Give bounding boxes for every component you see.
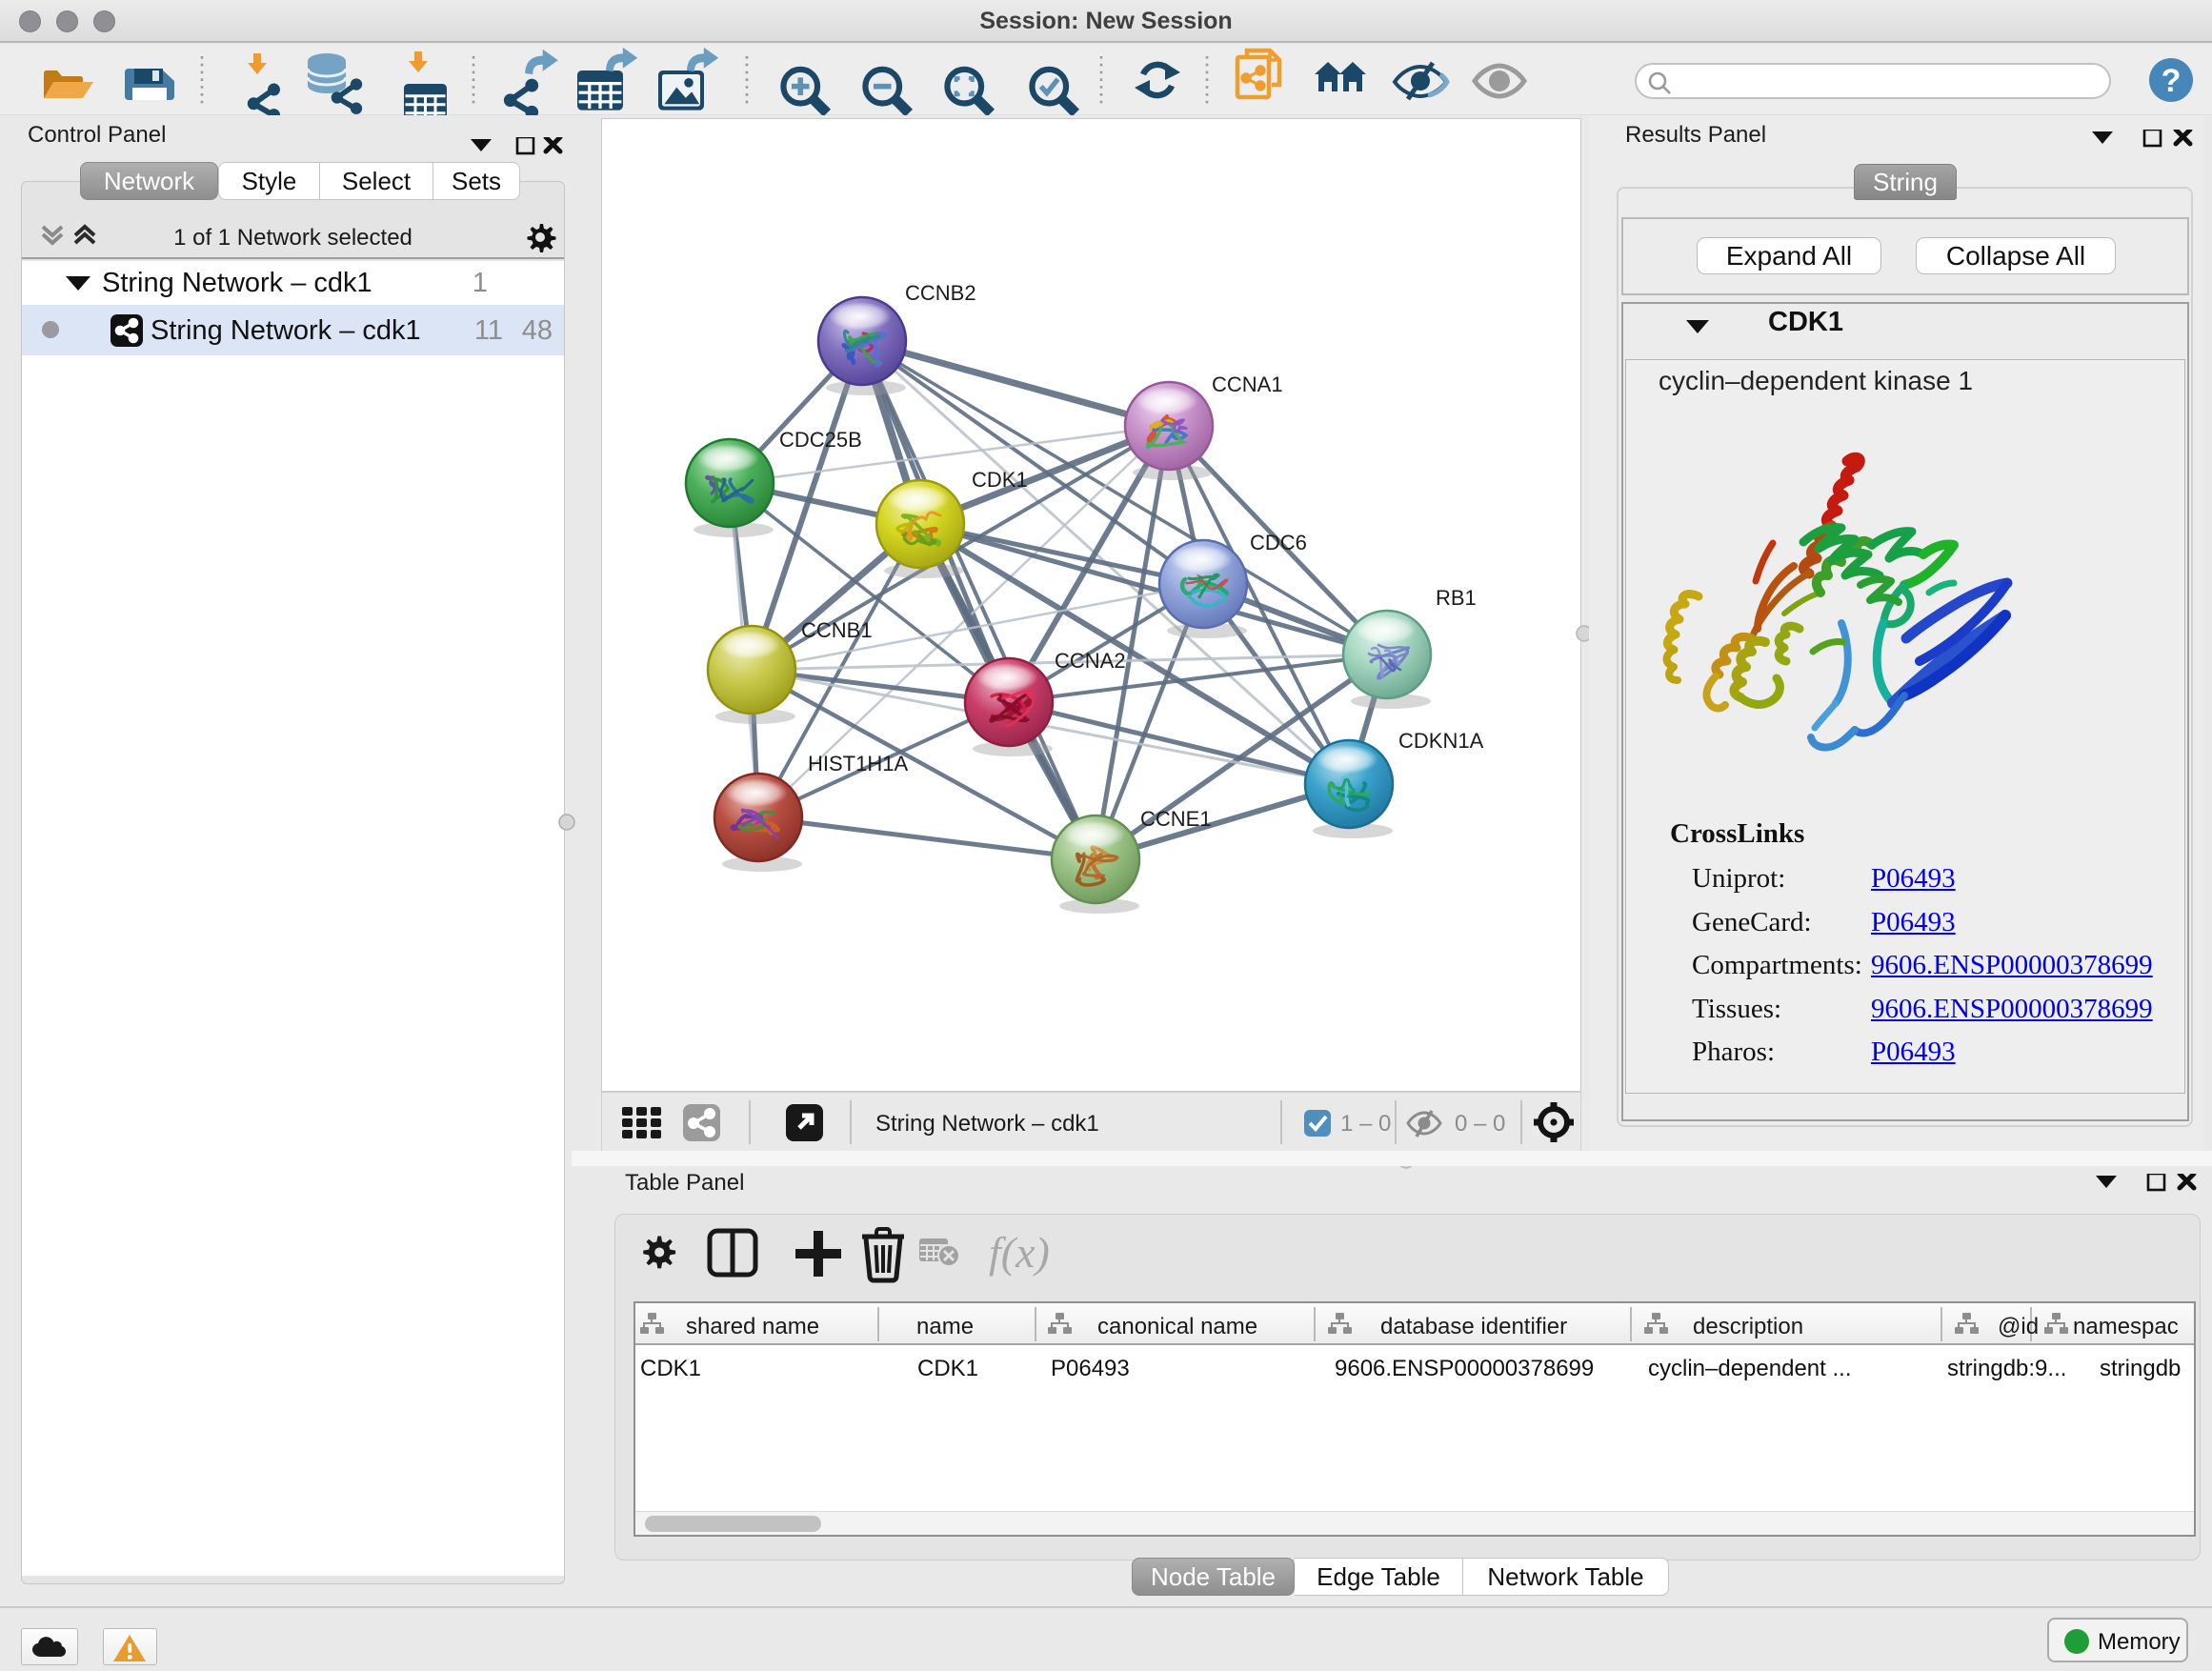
svg-text:cyclin–dependent ...: cyclin–dependent ... [1648,1356,1851,1381]
svg-text:CDKN1A: CDKN1A [1398,729,1484,753]
svg-text:f(x): f(x) [989,1228,1050,1277]
svg-text:CCNA2: CCNA2 [1055,649,1126,673]
svg-text:CDK1: CDK1 [972,468,1028,492]
svg-text:namespac: namespac [2073,1314,2179,1339]
svg-text:name: name [916,1314,974,1339]
svg-text:String Network – cdk1: String Network – cdk1 [875,1111,1099,1137]
svg-text:stringdb: stringdb [2100,1356,2181,1381]
svg-text:CDC6: CDC6 [1250,531,1307,554]
svg-text:canonical name: canonical name [1097,1314,1257,1339]
svg-text:CDC25B: CDC25B [779,428,862,452]
svg-text:?: ? [2162,63,2182,99]
svg-text:CDK1: CDK1 [917,1356,978,1381]
svg-text:1 – 0: 1 – 0 [1340,1111,1391,1137]
svg-text:CCNE1: CCNE1 [1140,807,1212,831]
svg-text:RB1: RB1 [1436,586,1477,610]
svg-text:shared name: shared name [686,1314,819,1339]
svg-text:CDK1: CDK1 [640,1356,701,1381]
svg-text:HIST1H1A: HIST1H1A [808,752,908,775]
svg-text:stringdb:9...: stringdb:9... [1947,1356,2066,1381]
svg-text:P06493: P06493 [1051,1356,1130,1381]
svg-text:0 – 0: 0 – 0 [1455,1111,1505,1137]
svg-text:description: description [1693,1314,1803,1339]
svg-text:CCNA1: CCNA1 [1212,372,1283,396]
svg-text:9606.ENSP00000378699: 9606.ENSP00000378699 [1335,1356,1594,1381]
svg-text:CCNB2: CCNB2 [905,281,976,305]
svg-text:CCNB1: CCNB1 [801,618,873,642]
svg-text:@id: @id [1998,1314,2039,1339]
svg-text:database identifier: database identifier [1380,1314,1567,1339]
